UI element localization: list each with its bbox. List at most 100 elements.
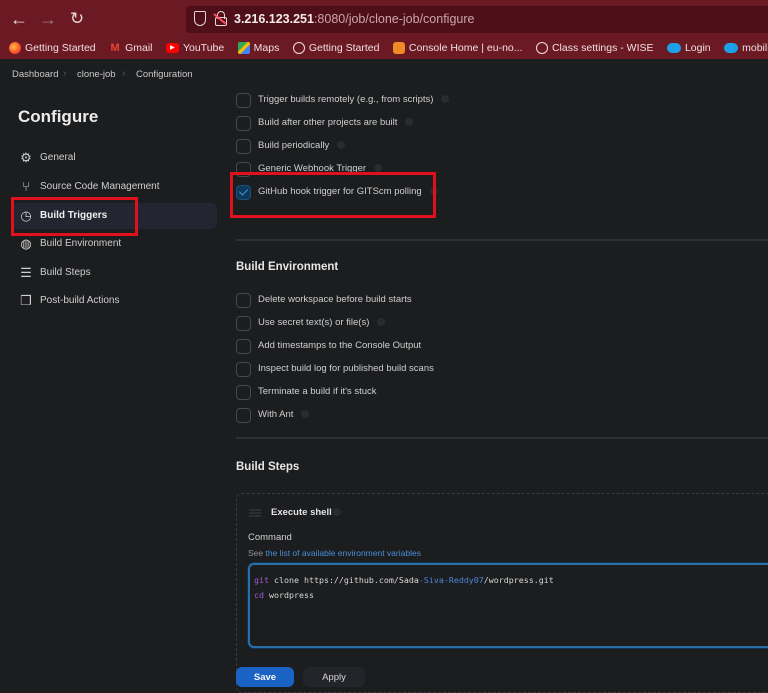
save-button[interactable]: Save <box>236 667 294 687</box>
command-line: git clone https://github.com/Sada-Siva-R… <box>254 575 554 585</box>
salesforce-icon <box>724 43 739 53</box>
checkbox[interactable] <box>236 139 251 154</box>
checkbox-label: Trigger builds remotely (e.g., from scri… <box>258 94 450 105</box>
checkbox[interactable] <box>236 93 251 108</box>
sidebar-item-general[interactable]: ⚙ General <box>12 145 217 171</box>
command-hint: See the list of available environment va… <box>248 548 421 558</box>
aws-icon <box>392 42 405 54</box>
url-text[interactable]: 3.216.123.251:8080/job/clone-job/configu… <box>234 12 474 26</box>
bookmark-class-settings[interactable]: Class settings - WISE <box>535 37 654 59</box>
bookmark-label: Maps <box>253 42 280 54</box>
globe-icon <box>535 42 548 54</box>
checkbox-label: Inspect build log for published build sc… <box>258 363 434 374</box>
salesforce-icon <box>666 43 681 53</box>
breadcrumb-separator: › <box>63 68 67 79</box>
help-icon[interactable] <box>337 141 346 150</box>
checkbox-label: Add timestamps to the Console Output <box>258 340 422 351</box>
checkbox[interactable] <box>236 116 251 131</box>
command-line: cd wordpress <box>254 590 314 600</box>
checkbox[interactable] <box>236 316 251 331</box>
firefox-icon <box>9 42 21 54</box>
help-icon[interactable] <box>441 95 450 104</box>
reload-button[interactable]: ↻ <box>67 9 87 29</box>
bookmark-label: Login <box>684 42 711 54</box>
bookmark-label: Getting Started <box>308 42 380 54</box>
command-label: Command <box>248 532 292 543</box>
sidebar-item-label: Source Code Management <box>40 181 160 192</box>
main-content: Trigger builds remotely (e.g., from scri… <box>225 89 768 693</box>
command-textarea[interactable]: git clone https://github.com/Sada-Siva-R… <box>248 563 768 648</box>
bookmark-console-home[interactable]: Console Home | eu-no... <box>392 37 523 59</box>
sidebar-item-build-steps[interactable]: ☰ Build Steps <box>12 260 217 286</box>
bookmark-label: YouTube <box>182 42 225 54</box>
globe-icon <box>292 42 305 54</box>
sidebar-title: Configure <box>18 107 99 126</box>
sidebar-item-label: Build Steps <box>40 267 91 278</box>
gmail-icon: M <box>110 42 120 54</box>
checkbox[interactable] <box>236 408 251 423</box>
breadcrumb-clone-job[interactable]: clone-job <box>77 69 116 80</box>
forward-button[interactable]: → <box>38 9 58 29</box>
url-host: 3.216.123.251 <box>234 12 314 26</box>
branch-icon: ⑂ <box>22 179 30 194</box>
checkbox[interactable] <box>236 362 251 377</box>
execute-shell-step: Execute shell Command See the list of av… <box>236 493 768 693</box>
env-variables-link[interactable]: the list of available environment variab… <box>266 548 421 558</box>
sidebar-item-post-build-actions[interactable]: ❒ Post-build Actions <box>12 288 217 314</box>
checkbox[interactable] <box>236 385 251 400</box>
checkbox-label: Build periodically <box>258 140 346 151</box>
help-icon[interactable] <box>301 410 310 419</box>
breadcrumb-configuration[interactable]: Configuration <box>136 69 193 80</box>
address-bar[interactable]: 3.216.123.251:8080/job/clone-job/configu… <box>186 6 768 33</box>
bookmark-getting-started-2[interactable]: Getting Started <box>292 37 380 59</box>
checkbox-label: Terminate a build if it's stuck <box>258 386 377 397</box>
bookmark-label: Gmail <box>125 42 153 54</box>
bookmark-maps[interactable]: Maps <box>237 37 280 59</box>
bookmark-label: Getting Started <box>25 42 96 54</box>
checkbox-label: With Ant <box>258 409 310 420</box>
checkbox[interactable] <box>236 293 251 308</box>
breadcrumb-separator: › <box>122 68 126 79</box>
bookmark-mobility[interactable]: mobility <box>724 37 768 59</box>
bookmark-gmail[interactable]: M Gmail <box>109 37 152 59</box>
sidebar: Configure ⚙ General ⑂ Source Code Manage… <box>0 89 225 680</box>
insecure-lock-icon[interactable] <box>213 11 227 26</box>
sidebar-item-label: Post-build Actions <box>40 295 120 306</box>
cube-icon: ❒ <box>20 293 32 308</box>
section-divider <box>236 437 768 439</box>
help-icon[interactable] <box>405 118 414 127</box>
list-icon: ☰ <box>20 265 32 280</box>
section-divider <box>236 239 768 241</box>
shield-icon[interactable] <box>194 11 206 26</box>
bookmark-login[interactable]: Login <box>666 37 711 59</box>
drag-handle-icon[interactable] <box>249 512 261 514</box>
bookmark-label: mobility <box>742 42 768 54</box>
gear-icon: ⚙ <box>20 150 32 165</box>
back-button[interactable]: ← <box>9 9 29 29</box>
checkbox-label: Build after other projects are built <box>258 117 414 128</box>
bookmark-label: Class settings - WISE <box>551 42 654 54</box>
checkbox-label: Use secret text(s) or file(s) <box>258 317 386 328</box>
breadcrumb-dashboard[interactable]: Dashboard <box>12 69 58 80</box>
bookmark-label: Console Home | eu-no... <box>408 42 523 54</box>
help-icon[interactable] <box>333 508 341 516</box>
sidebar-item-label: Build Environment <box>40 238 122 249</box>
checkbox[interactable] <box>236 339 251 354</box>
bookmark-youtube[interactable]: ▶ YouTube <box>165 37 225 59</box>
annotation-highlight-github-hook <box>230 172 436 218</box>
sidebar-item-label: General <box>40 152 76 163</box>
help-icon[interactable] <box>377 318 386 327</box>
breadcrumb: Dashboard › clone-job › Configuration <box>0 59 768 89</box>
url-path: :8080/job/clone-job/configure <box>313 12 475 26</box>
step-title: Execute shell <box>271 507 332 518</box>
bookmark-getting-started[interactable]: Getting Started <box>9 37 96 59</box>
checkbox-label: Delete workspace before build starts <box>258 294 412 305</box>
annotation-highlight-build-triggers <box>11 197 138 236</box>
build-environment-title: Build Environment <box>236 261 339 273</box>
youtube-icon: ▶ <box>165 43 179 53</box>
maps-icon <box>237 42 250 54</box>
apply-button[interactable]: Apply <box>303 667 365 687</box>
globe-icon: ◍ <box>20 236 32 251</box>
browser-toolbar: ← → ↻ 3.216.123.251:8080/job/clone-job/c… <box>0 0 768 37</box>
build-steps-title: Build Steps <box>236 461 300 473</box>
